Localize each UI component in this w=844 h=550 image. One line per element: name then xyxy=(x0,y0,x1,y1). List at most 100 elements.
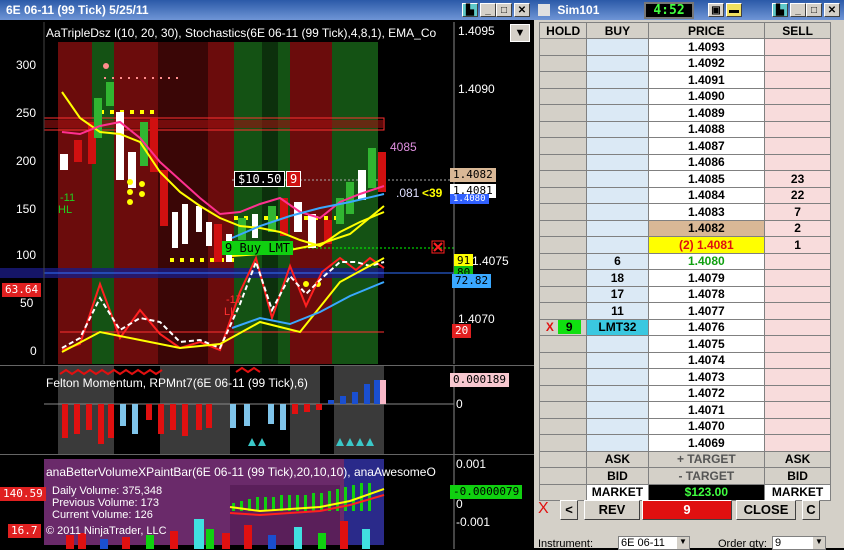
sell-cell[interactable] xyxy=(764,384,831,402)
buy-cell[interactable] xyxy=(586,54,649,72)
buy-cell[interactable] xyxy=(586,236,649,254)
hold-cell[interactable] xyxy=(538,120,588,138)
sell-cell[interactable]: 7 xyxy=(764,203,831,221)
back-button[interactable]: < xyxy=(560,500,578,520)
sell-cell[interactable] xyxy=(764,351,831,369)
ask-right-button[interactable]: ASK xyxy=(764,450,831,468)
sell-cell[interactable] xyxy=(764,285,831,303)
sell-cell[interactable] xyxy=(764,417,831,435)
sell-cell[interactable] xyxy=(764,302,831,320)
hold-cell[interactable]: X9 xyxy=(538,318,588,336)
dom-titlebar[interactable]: Sim101 4:52 ▣ ▬ ▙ _ □ ✕ xyxy=(534,0,844,20)
volume-panel[interactable]: anaBetterVolumeXPaintBar(6E 06-11 (99 Ti… xyxy=(0,454,534,549)
dom-maximize-icon[interactable]: □ xyxy=(806,3,822,17)
instrument-dropdown-icon[interactable]: ▼ xyxy=(677,537,689,549)
sell-cell[interactable] xyxy=(764,104,831,122)
hold-cell[interactable] xyxy=(538,71,588,89)
sell-cell[interactable] xyxy=(764,318,831,336)
hold-cell[interactable] xyxy=(538,153,588,171)
sell-cell[interactable]: 2 xyxy=(764,219,831,237)
alert-icon[interactable]: ▬ xyxy=(726,3,742,17)
momentum-panel[interactable]: Felton Momentum, RPMnt7(6E 06-11 (99 Tic… xyxy=(0,365,534,454)
hold-cell[interactable] xyxy=(538,137,588,155)
settings-icon[interactable]: ▣ xyxy=(708,3,724,17)
hold-cell[interactable] xyxy=(538,368,588,386)
hold-cell[interactable] xyxy=(538,186,588,204)
buy-cell[interactable] xyxy=(586,368,649,386)
buy-cell[interactable] xyxy=(586,153,649,171)
sell-cell[interactable] xyxy=(764,401,831,419)
buy-limit-order[interactable]: 9 Buy LMT xyxy=(222,241,294,255)
sell-cell[interactable] xyxy=(764,137,831,155)
buy-cell[interactable] xyxy=(586,120,649,138)
buy-cell[interactable] xyxy=(586,401,649,419)
buy-cell[interactable] xyxy=(586,203,649,221)
sell-cell[interactable]: 23 xyxy=(764,170,831,188)
hold-cell[interactable] xyxy=(538,104,588,122)
sell-cell[interactable] xyxy=(764,120,831,138)
dom-pin-icon[interactable]: ▙ xyxy=(772,3,788,17)
pin-icon[interactable]: ▙ xyxy=(462,3,478,17)
buy-cell[interactable] xyxy=(586,384,649,402)
hold-cell[interactable] xyxy=(538,384,588,402)
market-right-button[interactable]: MARKET xyxy=(764,483,831,501)
buy-cell[interactable] xyxy=(586,170,649,188)
hold-cell[interactable] xyxy=(538,335,588,353)
ask-left-button[interactable]: ASK xyxy=(586,450,649,468)
hold-cell[interactable] xyxy=(538,434,588,452)
hold-cell[interactable] xyxy=(538,417,588,435)
target-plus-button[interactable]: + TARGET xyxy=(647,450,766,468)
buy-cell[interactable]: 17 xyxy=(586,285,649,303)
buy-cell[interactable] xyxy=(586,38,649,56)
close-x-icon[interactable]: X xyxy=(538,500,549,518)
target-minus-button[interactable]: - TARGET xyxy=(647,467,766,485)
buy-cell[interactable] xyxy=(586,71,649,89)
chart-titlebar[interactable]: 6E 06-11 (99 Tick) 5/25/11 ▙ _ □ ✕ xyxy=(0,0,534,20)
dropdown-button[interactable]: ▼ xyxy=(510,24,530,42)
hold-cell[interactable] xyxy=(538,38,588,56)
close-icon[interactable]: ✕ xyxy=(514,3,530,17)
close-position-button[interactable]: CLOSE xyxy=(736,500,796,520)
buy-cell[interactable] xyxy=(586,186,649,204)
buy-cell[interactable] xyxy=(586,351,649,369)
buy-cell[interactable]: 18 xyxy=(586,269,649,287)
hold-x-icon[interactable]: X xyxy=(546,320,554,334)
hold-cell[interactable] xyxy=(538,285,588,303)
buy-cell[interactable] xyxy=(586,137,649,155)
hold-cell[interactable] xyxy=(538,170,588,188)
buy-cell[interactable] xyxy=(586,219,649,237)
hold-cell[interactable] xyxy=(538,236,588,254)
hold-cell[interactable] xyxy=(538,302,588,320)
reverse-button[interactable]: REV xyxy=(584,500,640,520)
sell-cell[interactable] xyxy=(764,38,831,56)
hold-cell[interactable] xyxy=(538,219,588,237)
buy-cell[interactable] xyxy=(586,87,649,105)
buy-cell[interactable] xyxy=(586,417,649,435)
dom-close-icon[interactable]: ✕ xyxy=(824,3,840,17)
sell-cell[interactable] xyxy=(764,434,831,452)
hold-cell[interactable] xyxy=(538,351,588,369)
hold-cell[interactable] xyxy=(538,54,588,72)
hold-cell[interactable] xyxy=(538,252,588,270)
buy-cell[interactable] xyxy=(586,104,649,122)
hold-cell[interactable] xyxy=(538,203,588,221)
buy-cell[interactable] xyxy=(586,335,649,353)
order-qty-dropdown-icon[interactable]: ▼ xyxy=(813,537,825,549)
price-panel[interactable]: AaTripleDsz l(10, 20, 30), Stochastics(6… xyxy=(0,22,534,364)
buy-cell[interactable]: 6 xyxy=(586,252,649,270)
sell-cell[interactable] xyxy=(764,87,831,105)
sell-cell[interactable] xyxy=(764,368,831,386)
sell-cell[interactable] xyxy=(764,335,831,353)
bid-right-button[interactable]: BID xyxy=(764,467,831,485)
cancel-all-button[interactable]: C xyxy=(802,500,820,520)
sell-cell[interactable] xyxy=(764,153,831,171)
sell-cell[interactable]: 22 xyxy=(764,186,831,204)
bid-left-button[interactable]: BID xyxy=(586,467,649,485)
minimize-icon[interactable]: _ xyxy=(480,3,496,17)
maximize-icon[interactable]: □ xyxy=(496,3,512,17)
sell-cell[interactable]: 1 xyxy=(764,236,831,254)
hold-cell[interactable] xyxy=(538,401,588,419)
sell-cell[interactable] xyxy=(764,54,831,72)
market-left-button[interactable]: MARKET xyxy=(586,483,649,501)
hold-cell[interactable] xyxy=(538,87,588,105)
